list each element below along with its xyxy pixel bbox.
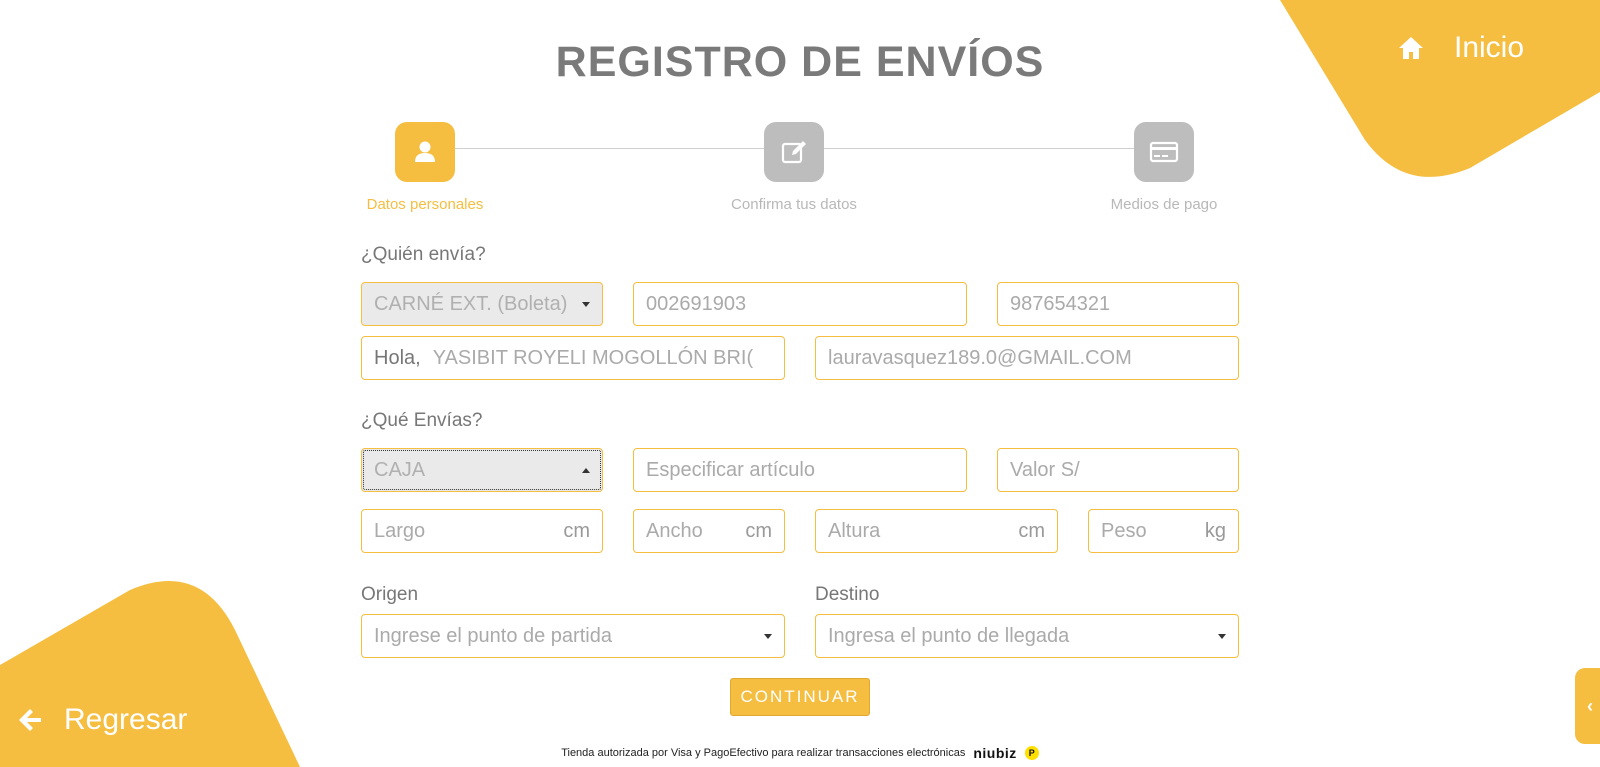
step-circle <box>764 122 824 182</box>
credit-card-icon <box>1149 141 1179 163</box>
height-unit: cm <box>1018 519 1045 542</box>
origin-placeholder: Ingrese el punto de partida <box>374 624 612 647</box>
package-type-value: CAJA <box>374 458 426 481</box>
step-label: Confirma tus datos <box>731 196 857 213</box>
continue-button[interactable]: CONTINUAR <box>730 678 870 716</box>
footer-text: Tienda autorizada por Visa y PagoEfectiv… <box>561 747 966 759</box>
step-circle <box>1134 122 1194 182</box>
document-type-value: CARNÉ EXT. (Boleta) <box>374 292 568 315</box>
length-input[interactable]: Largo cm <box>361 509 603 553</box>
home-label: Inicio <box>1454 31 1525 64</box>
sender-section-label: ¿Quién envía? <box>361 244 486 265</box>
length-placeholder: Largo <box>374 519 426 542</box>
user-icon <box>415 141 435 162</box>
step-label: Medios de pago <box>1110 196 1218 213</box>
home-icon <box>1399 37 1423 59</box>
height-input[interactable]: Altura cm <box>815 509 1058 553</box>
email-input[interactable]: lauravasquez189.0@GMAIL.COM <box>815 336 1239 380</box>
weight-input[interactable]: Peso kg <box>1088 509 1239 553</box>
chevron-down-icon <box>1218 633 1226 639</box>
article-input[interactable]: Especificar artículo <box>633 448 967 492</box>
destination-select[interactable]: Ingresa el punto de llegada <box>815 614 1239 658</box>
back-link[interactable]: Regresar <box>16 700 187 740</box>
document-type-select[interactable]: CARNÉ EXT. (Boleta) <box>361 282 603 326</box>
origin-select[interactable]: Ingrese el punto de partida <box>361 614 785 658</box>
width-placeholder: Ancho <box>646 519 703 542</box>
origin-label: Origen <box>361 584 419 605</box>
phone-input[interactable]: 987654321 <box>997 282 1239 326</box>
chevron-down-icon <box>582 301 590 307</box>
corner-shape-top-right <box>1280 0 1600 177</box>
weight-unit: kg <box>1204 519 1226 542</box>
step-datos-personales: Datos personales <box>325 122 525 213</box>
chevron-down-icon <box>764 633 772 639</box>
step-confirma-tus-datos: Confirma tus datos <box>694 122 894 213</box>
arrow-left-icon <box>19 709 41 731</box>
page-title: REGISTRO DE ENVÍOS <box>555 38 1045 86</box>
value-input[interactable]: Valor S/ <box>997 448 1239 492</box>
step-circle <box>395 122 455 182</box>
width-unit: cm <box>745 519 772 542</box>
full-name-field[interactable]: Hola, YASIBIT ROYELI MOGOLLÓN BRI( <box>361 336 785 380</box>
height-placeholder: Altura <box>828 519 881 542</box>
width-input[interactable]: Ancho cm <box>633 509 785 553</box>
full-name-value: YASIBIT ROYELI MOGOLLÓN BRI( <box>432 346 754 369</box>
step-medios-de-pago: Medios de pago <box>1064 122 1264 213</box>
pagoefectivo-logo: P <box>1024 746 1039 760</box>
package-type-select[interactable]: CAJA <box>361 448 603 492</box>
package-section-label: ¿Qué Envías? <box>361 410 483 431</box>
destination-placeholder: Ingresa el punto de llegada <box>828 624 1070 647</box>
chevron-left-icon: ‹ <box>1587 695 1593 716</box>
weight-placeholder: Peso <box>1101 519 1147 542</box>
back-label: Regresar <box>64 703 188 736</box>
footer: Tienda autorizada por Visa y PagoEfectiv… <box>0 745 1600 761</box>
chevron-up-icon <box>582 467 590 473</box>
greeting-text: Hola, <box>374 346 421 369</box>
side-panel-toggle[interactable]: ‹ <box>1575 668 1600 744</box>
edit-icon <box>781 141 806 164</box>
destination-label: Destino <box>815 584 880 605</box>
home-link[interactable]: Inicio <box>1396 28 1524 68</box>
niubiz-logo: niubiz <box>973 745 1017 761</box>
step-label: Datos personales <box>366 196 484 213</box>
length-unit: cm <box>563 519 590 542</box>
document-number-input[interactable]: 002691903 <box>633 282 967 326</box>
